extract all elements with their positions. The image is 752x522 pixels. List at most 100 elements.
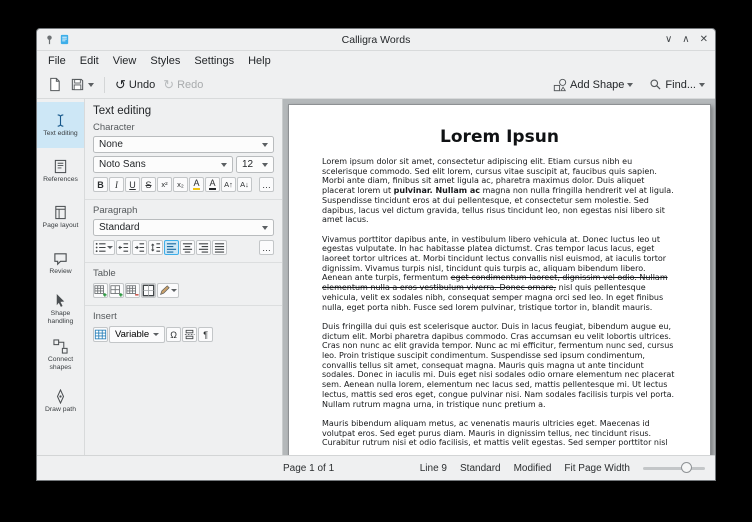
insert-column-icon bbox=[110, 284, 123, 297]
tab-label: Page layout bbox=[43, 222, 79, 230]
menu-help[interactable]: Help bbox=[241, 53, 278, 69]
new-document-button[interactable] bbox=[44, 75, 65, 94]
document-paragraphs[interactable]: Lorem ipsum dolor sit amet, consectetur … bbox=[322, 157, 677, 448]
insert-row-button[interactable] bbox=[93, 283, 108, 298]
text-run[interactable]: pulvinar. Nullam ac bbox=[394, 186, 480, 195]
document-heading[interactable]: Lorem Ipsun bbox=[322, 127, 677, 147]
underline-button[interactable]: U bbox=[125, 177, 140, 192]
delete-row-button[interactable] bbox=[125, 283, 140, 298]
pin-icon[interactable] bbox=[44, 34, 55, 45]
chevron-down-icon bbox=[262, 163, 268, 167]
tool-tabstrip: Text editing References Page layout Revi… bbox=[37, 99, 85, 455]
paragraph-style-dropdown[interactable]: Standard bbox=[93, 219, 274, 236]
font-size-value: 12 bbox=[242, 159, 253, 170]
bold-button[interactable]: B bbox=[93, 177, 108, 192]
align-justify-button[interactable] bbox=[212, 240, 227, 255]
close-button[interactable]: ✕ bbox=[700, 34, 708, 45]
docker-separator bbox=[85, 262, 282, 263]
document-paragraph[interactable]: Lorem ipsum dolor sit amet, consectetur … bbox=[322, 157, 677, 225]
character-style-dropdown[interactable]: None bbox=[93, 136, 274, 153]
paragraph-style-value: Standard bbox=[99, 222, 140, 233]
more-character-options-button[interactable]: … bbox=[259, 177, 274, 192]
comment-bubble-icon bbox=[53, 251, 68, 266]
align-center-button[interactable] bbox=[180, 240, 195, 255]
formatting-marks-button[interactable]: ¶ bbox=[198, 327, 213, 342]
document-paragraph[interactable]: Duis fringilla dui quis est scelerisque … bbox=[322, 322, 677, 409]
find-button[interactable]: Find... bbox=[646, 76, 708, 93]
maximize-button[interactable]: ∧ bbox=[682, 34, 689, 45]
cursor-arrow-icon bbox=[53, 293, 68, 308]
chevron-down-icon bbox=[107, 246, 113, 249]
font-family-dropdown[interactable]: Noto Sans bbox=[93, 156, 233, 173]
save-dropdown-chevron-icon[interactable] bbox=[88, 83, 94, 87]
menu-styles[interactable]: Styles bbox=[143, 53, 187, 69]
shrink-font-button[interactable]: A↓ bbox=[237, 177, 252, 192]
menu-edit[interactable]: Edit bbox=[73, 53, 106, 69]
find-chevron-icon bbox=[699, 83, 705, 87]
list-style-button[interactable] bbox=[93, 240, 115, 255]
text-run[interactable]: Mauris bibendum aliquam metus, ac venena… bbox=[322, 419, 668, 447]
tab-draw-path[interactable]: Draw path bbox=[37, 378, 84, 424]
zoom-mode-button[interactable]: Fit Page Width bbox=[564, 463, 630, 474]
highlight-color-button[interactable]: A bbox=[189, 177, 204, 192]
line-spacing-button[interactable] bbox=[148, 240, 163, 255]
document-paragraph[interactable]: Mauris bibendum aliquam metus, ac venena… bbox=[322, 419, 677, 448]
italic-button[interactable]: I bbox=[109, 177, 124, 192]
chevron-down-icon bbox=[262, 226, 268, 230]
subscript-button[interactable]: x₂ bbox=[173, 177, 188, 192]
document-canvas[interactable]: Lorem Ipsun Lorem ipsum dolor sit amet, … bbox=[283, 99, 715, 455]
menu-settings[interactable]: Settings bbox=[187, 53, 241, 69]
redo-button[interactable]: ↻ Redo bbox=[160, 76, 206, 93]
save-button[interactable] bbox=[67, 75, 97, 94]
document-paragraph[interactable]: Vivamus porttitor dapibus ante, in vesti… bbox=[322, 235, 677, 313]
insert-column-button[interactable] bbox=[109, 283, 124, 298]
menu-file[interactable]: File bbox=[41, 53, 73, 69]
border-pen-button[interactable] bbox=[157, 283, 179, 298]
align-justify-icon bbox=[214, 242, 225, 253]
character-format-row: B I U S x² x₂ A A A↑ A↓ … bbox=[93, 177, 274, 192]
text-editing-docker: Text editing Character None Noto Sans 12 bbox=[85, 99, 283, 455]
tab-shape-handling[interactable]: Shape handling bbox=[37, 286, 84, 332]
insert-page-break-button[interactable] bbox=[182, 327, 197, 342]
align-right-button[interactable] bbox=[196, 240, 211, 255]
insert-table-button[interactable] bbox=[93, 327, 108, 342]
tab-text-editing[interactable]: Text editing bbox=[37, 102, 84, 148]
zoom-slider[interactable] bbox=[643, 467, 705, 470]
add-shape-button[interactable]: Add Shape bbox=[550, 76, 636, 94]
titlebar[interactable]: Calligra Words ∨ ∧ ✕ bbox=[37, 29, 715, 51]
increase-indent-button[interactable] bbox=[132, 240, 147, 255]
statusbar: Page 1 of 1 Line 9 Standard Modified Fit… bbox=[37, 455, 715, 480]
more-paragraph-options-button[interactable]: … bbox=[259, 240, 274, 255]
tab-references[interactable]: References bbox=[37, 148, 84, 194]
minimize-button[interactable]: ∨ bbox=[665, 34, 672, 45]
table-button-row bbox=[93, 283, 274, 298]
text-run[interactable]: Duis fringilla dui quis est scelerisque … bbox=[322, 322, 674, 409]
variable-label: Variable bbox=[115, 329, 149, 340]
document-page[interactable]: Lorem Ipsun Lorem ipsum dolor sit amet, … bbox=[288, 104, 711, 455]
add-shape-label: Add Shape bbox=[570, 79, 624, 91]
zoom-slider-handle[interactable] bbox=[681, 462, 692, 473]
tab-review[interactable]: Review bbox=[37, 240, 84, 286]
font-color-button[interactable]: A bbox=[205, 177, 220, 192]
docker-title: Text editing bbox=[93, 105, 274, 117]
highlight-color-icon: A bbox=[193, 179, 199, 190]
table-borders-button[interactable] bbox=[141, 283, 156, 298]
window-title: Calligra Words bbox=[37, 34, 715, 46]
menu-view[interactable]: View bbox=[106, 53, 144, 69]
superscript-button[interactable]: x² bbox=[157, 177, 172, 192]
undo-button[interactable]: ↺ Undo bbox=[112, 76, 158, 93]
tab-label: Draw path bbox=[45, 406, 76, 414]
references-icon bbox=[53, 159, 68, 174]
strikethrough-button[interactable]: S bbox=[141, 177, 156, 192]
special-character-button[interactable]: Ω bbox=[166, 327, 181, 342]
chevron-down-icon bbox=[262, 143, 268, 147]
tab-connect-shapes[interactable]: Connect shapes bbox=[37, 332, 84, 378]
chevron-down-icon bbox=[221, 163, 227, 167]
pilcrow-icon: ¶ bbox=[203, 330, 208, 340]
decrease-indent-button[interactable] bbox=[116, 240, 131, 255]
align-left-button[interactable] bbox=[164, 240, 179, 255]
tab-page-layout[interactable]: Page layout bbox=[37, 194, 84, 240]
insert-variable-dropdown[interactable]: Variable bbox=[109, 326, 165, 343]
grow-font-button[interactable]: A↑ bbox=[221, 177, 236, 192]
font-size-dropdown[interactable]: 12 bbox=[236, 156, 274, 173]
